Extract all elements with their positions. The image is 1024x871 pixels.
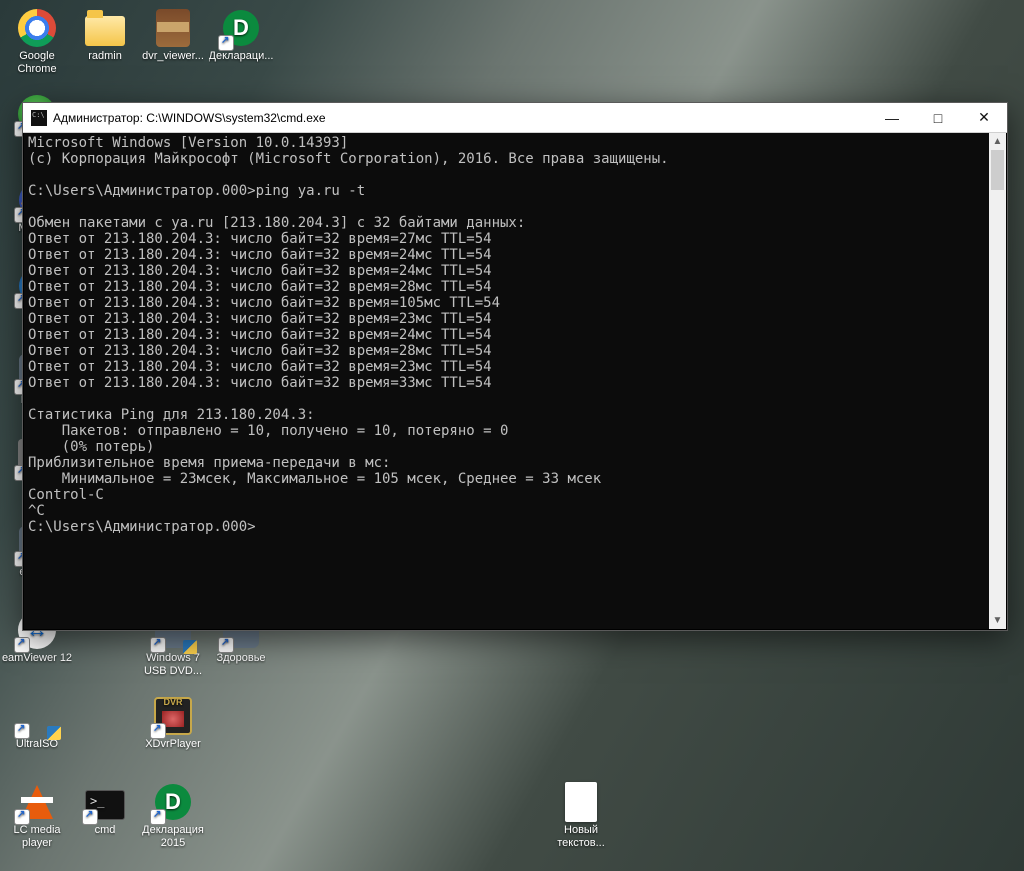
desktop-icon-chrome[interactable]: Google Chrome <box>0 8 74 75</box>
window-title: Администратор: C:\WINDOWS\system32\cmd.e… <box>53 111 326 125</box>
desktop-icon-label: Здоровье <box>216 652 265 665</box>
shortcut-arrow-icon <box>151 638 165 652</box>
desktop-icon-txt[interactable]: Новый текстов... <box>544 782 618 849</box>
desktop-icon-label: dvr_viewer... <box>142 50 204 63</box>
terminal-area: Microsoft Windows [Version 10.0.14393] (… <box>23 133 1007 630</box>
txt-icon <box>561 782 601 822</box>
xdvr-icon <box>153 696 193 736</box>
scroll-up-icon[interactable]: ▲ <box>989 133 1006 150</box>
desktop-icon-decl1[interactable]: D Деклараци... <box>204 8 278 63</box>
cmd-icon <box>85 782 125 822</box>
scrollbar[interactable]: ▲ ▼ <box>989 133 1006 629</box>
shortcut-arrow-icon <box>15 638 29 652</box>
uac-shield-icon <box>183 640 197 654</box>
desktop-icon-label: Новый текстов... <box>545 824 617 849</box>
desktop-icon-label: eamViewer 12 <box>2 652 72 665</box>
desktop-icon-label: Деклараци... <box>209 50 274 63</box>
shortcut-arrow-icon <box>83 810 97 824</box>
chrome-icon <box>17 8 57 48</box>
shortcut-arrow-icon <box>15 810 29 824</box>
cmd-window: Администратор: C:\WINDOWS\system32\cmd.e… <box>22 102 1008 631</box>
vlc-icon <box>17 782 57 822</box>
desktop-icon-cmd[interactable]: cmd <box>68 782 142 837</box>
desktop-icon-radmin[interactable]: radmin <box>68 8 142 63</box>
scroll-down-icon[interactable]: ▼ <box>989 612 1006 629</box>
close-button[interactable]: ✕ <box>961 103 1007 133</box>
radmin-icon <box>85 8 125 48</box>
uac-shield-icon <box>47 726 61 740</box>
desktop-icon-label: cmd <box>95 824 116 837</box>
terminal-output[interactable]: Microsoft Windows [Version 10.0.14393] (… <box>24 133 989 629</box>
desktop-icon-label: radmin <box>88 50 122 63</box>
minimize-button[interactable]: — <box>869 103 915 133</box>
cmd-app-icon <box>31 110 47 126</box>
shortcut-arrow-icon <box>219 36 233 50</box>
desktop-icon-label: Декларация 2015 <box>137 824 209 849</box>
shortcut-arrow-icon <box>151 724 165 738</box>
shortcut-arrow-icon <box>15 724 29 738</box>
desktop-icon-label: Windows 7 USB DVD... <box>137 652 209 677</box>
desktop-icon-xdvr[interactable]: XDvrPlayer <box>136 696 210 751</box>
scroll-track[interactable] <box>989 150 1006 612</box>
shortcut-arrow-icon <box>219 638 233 652</box>
decl1-icon: D <box>221 8 261 48</box>
maximize-button[interactable]: □ <box>915 103 961 133</box>
desktop-icon-label: LC media player <box>1 824 73 849</box>
shortcut-arrow-icon <box>151 810 165 824</box>
titlebar[interactable]: Администратор: C:\WINDOWS\system32\cmd.e… <box>23 103 1007 133</box>
desktop-icon-decl2[interactable]: DДекларация 2015 <box>136 782 210 849</box>
desktop-icon-label: XDvrPlayer <box>145 738 201 751</box>
desktop-icon-vlc[interactable]: LC media player <box>0 782 74 849</box>
dvrv-icon <box>153 8 193 48</box>
uiso-icon <box>17 696 57 736</box>
desktop-icon-uiso[interactable]: UltraISO <box>0 696 74 751</box>
desktop-icon-dvrv[interactable]: dvr_viewer... <box>136 8 210 63</box>
scroll-thumb[interactable] <box>991 150 1004 190</box>
desktop-icon-label: Google Chrome <box>1 50 73 75</box>
decl2-icon: D <box>153 782 193 822</box>
